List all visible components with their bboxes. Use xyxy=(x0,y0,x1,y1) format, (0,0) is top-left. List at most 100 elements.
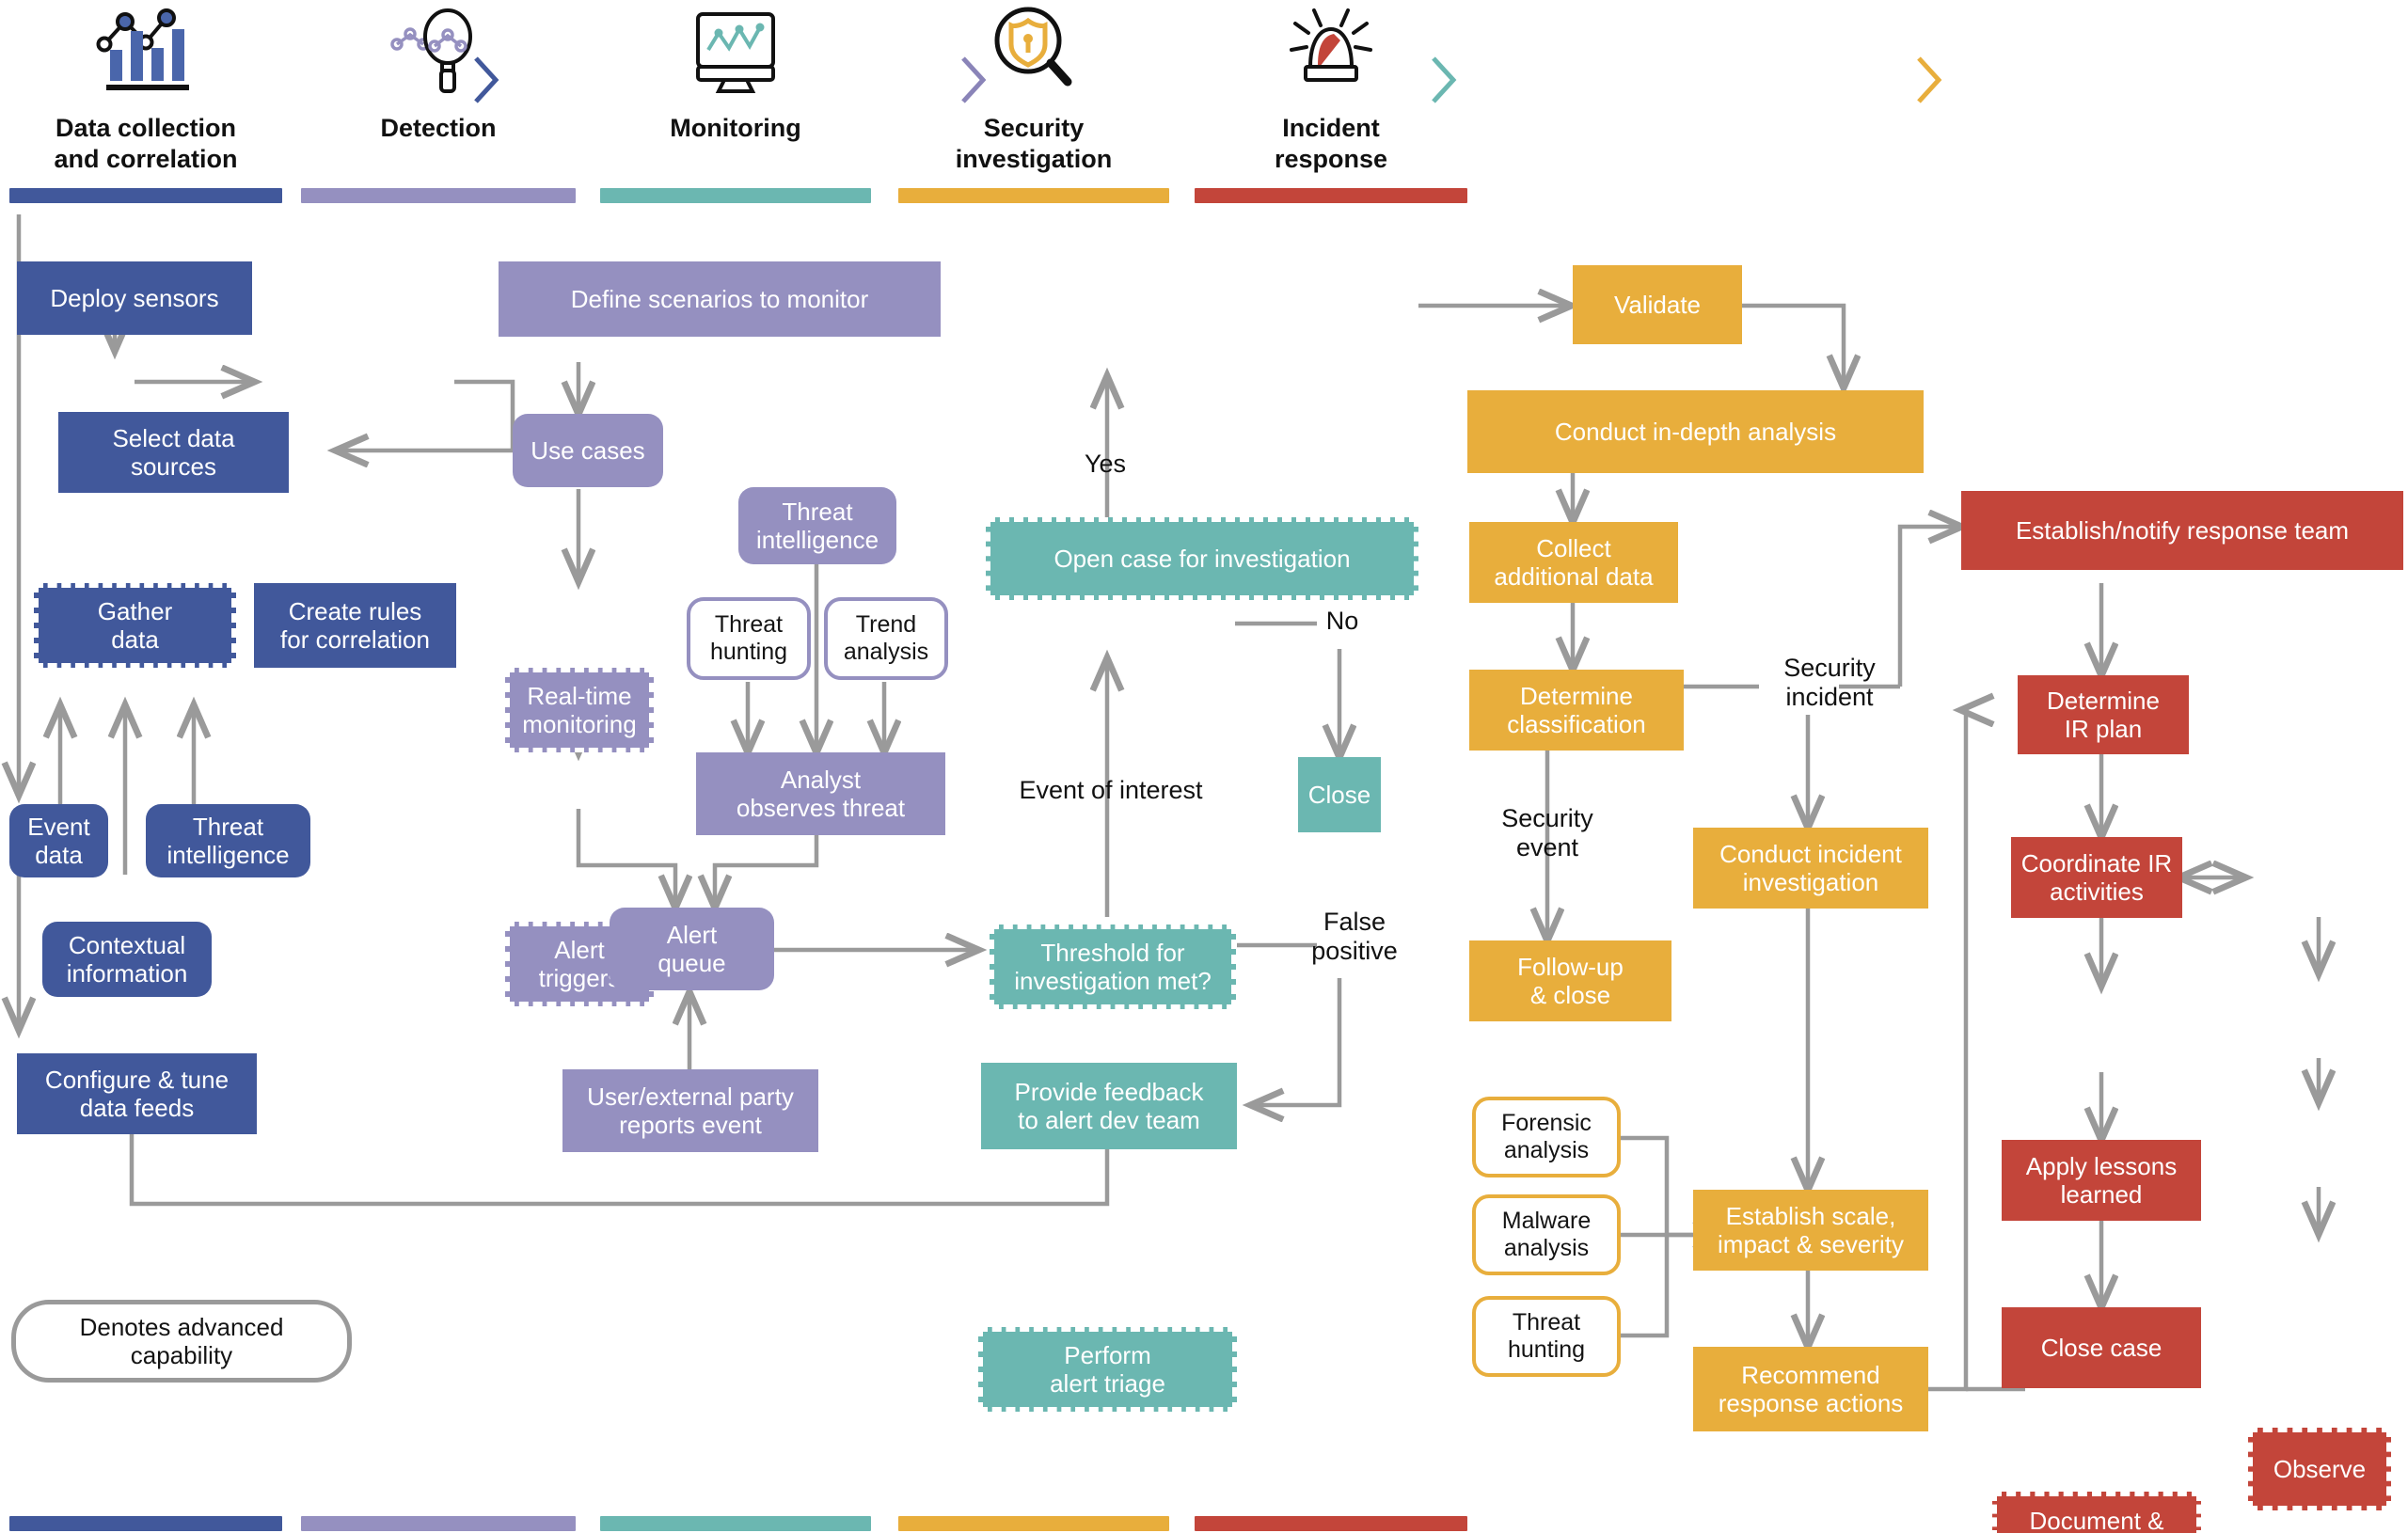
phase-bar-top-1 xyxy=(9,188,282,203)
phase-title: Data collection and correlation xyxy=(54,114,238,173)
node-provide-feedback-to-alert-dev-team[interactable]: Provide feedback to alert dev team xyxy=(981,1063,1237,1149)
edge-label-security-incident: Security incident xyxy=(1783,654,1876,712)
node-label: Determine classification xyxy=(1507,681,1646,738)
node-label: Threat hunting xyxy=(1507,1309,1586,1363)
node-label: Determine IR plan xyxy=(2047,686,2160,743)
node-forensic-analysis[interactable]: Forensic analysis xyxy=(1472,1097,1621,1177)
phase-title: Incident response xyxy=(1274,114,1388,173)
node-label: Validate xyxy=(1613,290,1702,319)
phase-bar-top-4 xyxy=(898,188,1169,203)
node-label: User/external party reports event xyxy=(587,1082,794,1139)
node-user-external-party-reports-event[interactable]: User/external party reports event xyxy=(562,1069,818,1152)
phase-header-security-investigation: Security investigation xyxy=(898,0,1169,175)
node-collect-additional-data[interactable]: Collect additional data xyxy=(1469,522,1678,603)
phase-bar-bottom-2 xyxy=(301,1516,576,1531)
node-deploy-sensors[interactable]: Deploy sensors xyxy=(17,261,252,335)
node-recommend-response-actions[interactable]: Recommend response actions xyxy=(1693,1347,1928,1431)
phase-bar-bottom-3 xyxy=(600,1516,871,1531)
node-label: Forensic analysis xyxy=(1501,1110,1592,1163)
node-define-scenarios-to-monitor[interactable]: Define scenarios to monitor xyxy=(499,261,941,337)
node-label: Document & report incident xyxy=(2029,1506,2164,1533)
node-perform-alert-triage[interactable]: Perform alert triage xyxy=(978,1327,1237,1412)
node-open-case-for-investigation[interactable]: Open case for investigation xyxy=(986,517,1418,600)
node-establish-notify-response-team[interactable]: Establish/notify response team xyxy=(1961,491,2403,570)
phase-bar-top-5 xyxy=(1195,188,1467,203)
node-label: Perform alert triage xyxy=(1050,1340,1165,1398)
phase-bar-bottom-4 xyxy=(898,1516,1169,1531)
node-label: Close case xyxy=(2040,1333,2162,1362)
node-conduct-incident-investigation[interactable]: Conduct incident investigation xyxy=(1693,828,1928,909)
node-gather-data[interactable]: Gather data xyxy=(34,583,236,668)
node-label: Contextual information xyxy=(66,930,188,988)
node-threat-hunting-c4[interactable]: Threat hunting xyxy=(1472,1296,1621,1377)
node-alert-queue[interactable]: Alert queue xyxy=(610,908,774,990)
bar-chart-line-icon xyxy=(89,0,202,103)
node-close-case[interactable]: Close case xyxy=(2002,1307,2201,1388)
chevron-right-icon-1 xyxy=(465,51,508,109)
legend-advanced-capability: Denotes advanced capability xyxy=(11,1300,352,1383)
node-analyst-observes-threat[interactable]: Analyst observes threat xyxy=(696,752,945,835)
node-label: Provide feedback to alert dev team xyxy=(1014,1077,1204,1134)
phase-title: Monitoring xyxy=(670,114,801,142)
node-label: Define scenarios to monitor xyxy=(570,284,869,313)
node-label: Recommend response actions xyxy=(1718,1360,1904,1417)
node-determine-classification[interactable]: Determine classification xyxy=(1469,670,1684,751)
node-label: Coordinate IR activities xyxy=(2020,848,2173,906)
node-observe[interactable]: Observe xyxy=(2248,1428,2391,1510)
node-label: Real-time monitoring xyxy=(522,681,637,738)
phase-bar-bottom-1 xyxy=(9,1516,282,1531)
node-label: Use cases xyxy=(531,435,645,465)
node-establish-scale-impact-severity[interactable]: Establish scale, impact & severity xyxy=(1693,1190,1928,1271)
node-determine-ir-plan[interactable]: Determine IR plan xyxy=(2018,675,2189,754)
siren-icon xyxy=(1275,0,1387,103)
node-select-data-sources[interactable]: Select data sources xyxy=(58,412,289,493)
phase-bar-bottom-5 xyxy=(1195,1516,1467,1531)
node-trend-analysis[interactable]: Trend analysis xyxy=(824,597,948,680)
node-follow-up-and-close[interactable]: Follow-up & close xyxy=(1469,940,1671,1021)
node-label: Establish scale, impact & severity xyxy=(1718,1201,1904,1258)
node-label: Trend analysis xyxy=(843,611,929,665)
node-label: Event data xyxy=(27,812,90,869)
node-threshold-for-investigation-met[interactable]: Threshold for investigation met? xyxy=(990,925,1236,1009)
node-conduct-in-depth-analysis[interactable]: Conduct in-depth analysis xyxy=(1467,390,1924,473)
phase-title: Security investigation xyxy=(955,114,1113,173)
phase-bar-top-3 xyxy=(600,188,871,203)
node-label: Conduct in-depth analysis xyxy=(1554,417,1837,446)
node-label: Alert queue xyxy=(657,920,726,977)
node-label: Select data sources xyxy=(112,423,235,481)
edge-label-security-event: Security event xyxy=(1501,804,1593,862)
node-threat-hunting-c2[interactable]: Threat hunting xyxy=(687,597,811,680)
node-label: Alert triggers xyxy=(538,935,621,992)
node-label: Create rules for correlation xyxy=(280,596,430,654)
node-label: Follow-up & close xyxy=(1517,952,1624,1009)
node-event-data[interactable]: Event data xyxy=(9,804,108,877)
edge-label-event-of-interest: Event of interest xyxy=(1019,776,1203,804)
node-threat-intelligence-c1[interactable]: Threat intelligence xyxy=(146,804,310,877)
node-label: Observe xyxy=(2273,1454,2367,1483)
chevron-right-icon-4 xyxy=(1908,51,1951,109)
node-real-time-monitoring[interactable]: Real-time monitoring xyxy=(505,668,654,752)
node-use-cases[interactable]: Use cases xyxy=(513,414,663,487)
chevron-right-icon-2 xyxy=(952,51,995,109)
node-label: Threat intelligence xyxy=(755,497,879,554)
edge-label-no: No xyxy=(1325,607,1359,635)
node-label: Malware analysis xyxy=(1501,1208,1592,1261)
node-create-rules-for-correlation[interactable]: Create rules for correlation xyxy=(254,583,456,668)
node-document-report-incident[interactable]: Document & report incident xyxy=(1992,1492,2201,1533)
soc-process-flow-diagram: Data collection and correlation Detectio… xyxy=(0,0,2408,1533)
legend-label: Denotes advanced capability xyxy=(79,1312,284,1369)
node-coordinate-ir-activities[interactable]: Coordinate IR activities xyxy=(2011,837,2182,918)
node-configure-tune-data-feeds[interactable]: Configure & tune data feeds xyxy=(17,1053,257,1134)
node-apply-lessons-learned[interactable]: Apply lessons learned xyxy=(2002,1140,2201,1221)
node-validate[interactable]: Validate xyxy=(1573,265,1742,344)
node-close[interactable]: Close xyxy=(1298,757,1381,832)
node-label: Threat intelligence xyxy=(166,812,290,869)
phase-header-data-collection: Data collection and correlation xyxy=(9,0,282,175)
node-malware-analysis[interactable]: Malware analysis xyxy=(1472,1194,1621,1275)
node-label: Threat hunting xyxy=(709,611,788,665)
node-threat-intelligence-c2[interactable]: Threat intelligence xyxy=(738,487,896,564)
monitor-chart-icon xyxy=(679,0,792,103)
node-label: Open case for investigation xyxy=(1054,544,1351,573)
node-label: Conduct incident investigation xyxy=(1719,839,1902,896)
node-contextual-information[interactable]: Contextual information xyxy=(42,922,212,997)
